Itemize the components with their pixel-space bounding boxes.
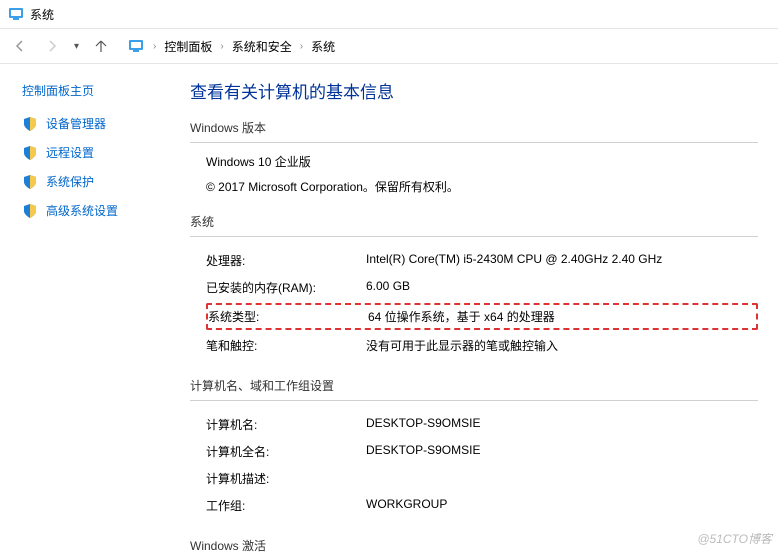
breadcrumb-item[interactable]: 系统和安全 <box>232 38 292 55</box>
sidebar-item-advanced-settings[interactable]: 高级系统设置 <box>22 202 178 219</box>
windows-copyright: © 2017 Microsoft Corporation。保留所有权利。 <box>206 178 758 195</box>
breadcrumb-item[interactable]: 控制面板 <box>164 38 212 55</box>
info-row-ram: 已安装的内存(RAM): 6.00 GB <box>206 274 758 301</box>
info-label: 计算机名: <box>206 416 366 433</box>
sidebar: 控制面板主页 设备管理器 远程设置 系统保护 高级系统设置 <box>0 64 190 553</box>
shield-icon <box>22 116 38 132</box>
info-row-workgroup: 工作组: WORKGROUP <box>206 492 758 519</box>
sidebar-item-label: 远程设置 <box>46 144 94 161</box>
address-bar[interactable]: › 控制面板 › 系统和安全 › 系统 <box>127 37 335 55</box>
chevron-icon: › <box>300 41 303 52</box>
info-value: 64 位操作系统，基于 x64 的处理器 <box>368 308 756 325</box>
forward-button[interactable] <box>38 32 66 60</box>
info-label: 工作组: <box>206 497 366 514</box>
info-label: 处理器: <box>206 252 366 269</box>
info-value: DESKTOP-S9OMSIE <box>366 443 758 460</box>
history-dropdown[interactable]: ▾ <box>70 41 83 52</box>
info-row-description: 计算机描述: <box>206 465 758 492</box>
info-row-system-type: 系统类型: 64 位操作系统，基于 x64 的处理器 <box>206 303 758 330</box>
breadcrumb-item[interactable]: 系统 <box>311 38 335 55</box>
info-value <box>366 470 758 487</box>
chevron-icon: › <box>220 41 223 52</box>
sidebar-item-label: 高级系统设置 <box>46 202 118 219</box>
info-row-full-name: 计算机全名: DESKTOP-S9OMSIE <box>206 438 758 465</box>
info-value: 没有可用于此显示器的笔或触控输入 <box>366 337 758 354</box>
titlebar: 系统 <box>0 0 778 28</box>
chevron-icon: › <box>153 41 156 52</box>
sidebar-item-system-protection[interactable]: 系统保护 <box>22 173 178 190</box>
section-header-edition: Windows 版本 <box>190 119 758 143</box>
sidebar-item-remote-settings[interactable]: 远程设置 <box>22 144 178 161</box>
section-header-system: 系统 <box>190 213 758 237</box>
window-title: 系统 <box>30 6 54 23</box>
page-title: 查看有关计算机的基本信息 <box>190 78 758 103</box>
shield-icon <box>22 203 38 219</box>
info-value: DESKTOP-S9OMSIE <box>366 416 758 433</box>
shield-icon <box>22 145 38 161</box>
info-label: 已安装的内存(RAM): <box>206 279 366 296</box>
info-row-computer-name: 计算机名: DESKTOP-S9OMSIE <box>206 411 758 438</box>
info-row-processor: 处理器: Intel(R) Core(TM) i5-2430M CPU @ 2.… <box>206 247 758 274</box>
shield-icon <box>22 174 38 190</box>
up-button[interactable] <box>87 32 115 60</box>
section-body-computer: 计算机名: DESKTOP-S9OMSIE 计算机全名: DESKTOP-S9O… <box>190 411 758 519</box>
info-row-pen-touch: 笔和触控: 没有可用于此显示器的笔或触控输入 <box>206 332 758 359</box>
info-label: 计算机描述: <box>206 470 366 487</box>
computer-icon <box>127 37 145 55</box>
info-label: 计算机全名: <box>206 443 366 460</box>
info-value: Intel(R) Core(TM) i5-2430M CPU @ 2.40GHz… <box>366 252 758 269</box>
info-value: WORKGROUP <box>366 497 758 514</box>
main-panel: 查看有关计算机的基本信息 Windows 版本 Windows 10 企业版 ©… <box>190 64 778 553</box>
sidebar-item-label: 系统保护 <box>46 173 94 190</box>
content: 控制面板主页 设备管理器 远程设置 系统保护 高级系统设置 <box>0 64 778 553</box>
section-body-system: 处理器: Intel(R) Core(TM) i5-2430M CPU @ 2.… <box>190 247 758 359</box>
system-icon <box>8 6 24 22</box>
section-body-edition: Windows 10 企业版 © 2017 Microsoft Corporat… <box>190 153 758 195</box>
section-header-activation: Windows 激活 <box>190 537 758 553</box>
navbar: ▾ › 控制面板 › 系统和安全 › 系统 <box>0 28 778 64</box>
info-label: 笔和触控: <box>206 337 366 354</box>
sidebar-item-label: 设备管理器 <box>46 115 106 132</box>
section-header-computer: 计算机名、域和工作组设置 <box>190 377 758 401</box>
control-panel-home-link[interactable]: 控制面板主页 <box>22 82 94 99</box>
windows-edition: Windows 10 企业版 <box>206 153 758 170</box>
sidebar-item-device-manager[interactable]: 设备管理器 <box>22 115 178 132</box>
info-value: 6.00 GB <box>366 279 758 296</box>
back-button[interactable] <box>6 32 34 60</box>
info-label: 系统类型: <box>208 308 368 325</box>
